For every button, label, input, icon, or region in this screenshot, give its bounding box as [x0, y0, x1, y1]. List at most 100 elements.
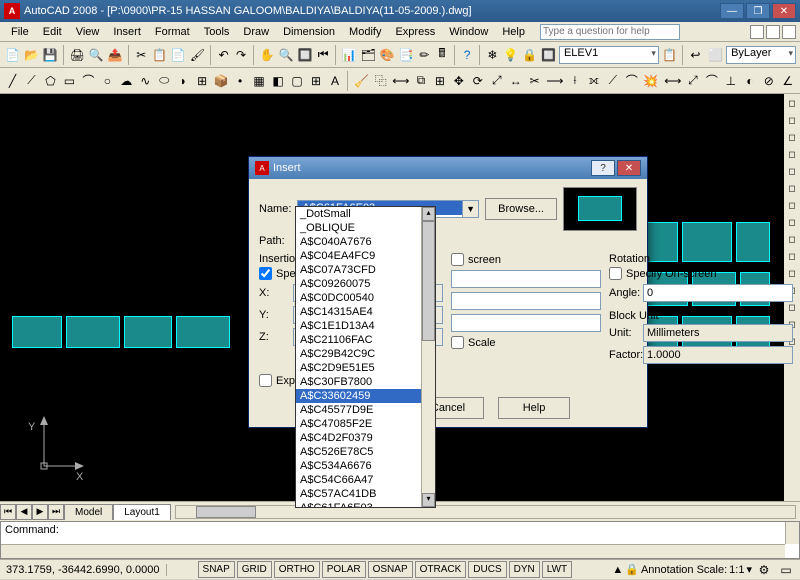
ellipsearc-icon[interactable]: ◗ — [175, 71, 192, 91]
ann-lock-icon[interactable]: 🔒 — [625, 563, 639, 576]
tab-next-button[interactable]: ▶ — [32, 504, 48, 520]
menu-format[interactable]: Format — [148, 24, 197, 40]
dropdown-item[interactable]: A$C07A73CFD — [296, 263, 435, 277]
rtool-icon[interactable]: ◻ — [785, 232, 799, 246]
properties-icon[interactable]: 📊 — [341, 45, 358, 65]
menu-express[interactable]: Express — [388, 24, 442, 40]
layer-dropdown[interactable]: ELEV1 — [559, 46, 659, 64]
rtool-icon[interactable]: ◻ — [785, 113, 799, 127]
dropdown-item[interactable]: A$C1E1D13A4 — [296, 319, 435, 333]
join-icon[interactable]: ⟗ — [585, 71, 602, 91]
status-icon[interactable]: ⚙ — [754, 560, 774, 580]
toggle-osnap[interactable]: OSNAP — [368, 561, 413, 578]
chevron-down-icon[interactable]: ▼ — [462, 201, 478, 217]
dim-dia-icon[interactable]: ⊘ — [760, 71, 777, 91]
array-icon[interactable]: ⊞ — [431, 71, 448, 91]
menu-view[interactable]: View — [69, 24, 107, 40]
bylayer-dropdown[interactable]: ByLayer — [726, 46, 796, 64]
dropdown-item[interactable]: A$C04EA4FC9 — [296, 249, 435, 263]
close-button[interactable]: ✕ — [772, 3, 796, 19]
zoom-icon[interactable]: 🔍 — [278, 45, 295, 65]
h-scrollbar[interactable] — [175, 505, 796, 519]
scale-icon[interactable]: ⤢ — [488, 71, 505, 91]
rot-specify-checkbox[interactable] — [609, 267, 622, 280]
menu-draw[interactable]: Draw — [236, 24, 276, 40]
rtool-icon[interactable]: ◻ — [785, 164, 799, 178]
menu-insert[interactable]: Insert — [106, 24, 148, 40]
dropdown-item[interactable]: A$C30FB7800 — [296, 375, 435, 389]
rtool-icon[interactable]: ◻ — [785, 215, 799, 229]
tab-model[interactable]: Model — [64, 504, 113, 520]
dropdown-item[interactable]: A$C14315AE4 — [296, 305, 435, 319]
publish-icon[interactable]: 📤 — [107, 45, 124, 65]
plot-icon[interactable]: 🖨 — [69, 45, 86, 65]
calc-icon[interactable]: 🖩 — [434, 45, 449, 65]
layer-states-icon[interactable]: 📋 — [661, 45, 678, 65]
dropdown-item[interactable]: A$C47085F2E — [296, 417, 435, 431]
dialog-help-button[interactable]: ? — [591, 160, 615, 176]
mirror-icon[interactable]: ⟷ — [391, 71, 410, 91]
dim-arc-icon[interactable]: ⌒ — [703, 71, 720, 91]
toggle-ortho[interactable]: ORTHO — [274, 561, 320, 578]
help-icon[interactable]: ? — [459, 45, 474, 65]
line-icon[interactable]: ╱ — [4, 71, 21, 91]
paste-icon[interactable]: 📄 — [170, 45, 187, 65]
dropdown-item[interactable]: A$C21106FAC — [296, 333, 435, 347]
help-button[interactable]: Help — [498, 397, 570, 419]
dropdown-item[interactable]: A$C534A6676 — [296, 459, 435, 473]
explode-icon[interactable]: 💥 — [642, 71, 659, 91]
specify-onscreen-checkbox[interactable] — [259, 267, 272, 280]
ann-icon[interactable]: ▲ — [612, 564, 623, 576]
uniform-scale-checkbox[interactable] — [451, 336, 464, 349]
dropdown-item[interactable]: A$C29B42C9C — [296, 347, 435, 361]
spline-icon[interactable]: ∿ — [137, 71, 154, 91]
preview-icon[interactable]: 🔍 — [88, 45, 105, 65]
menu-dimension[interactable]: Dimension — [276, 24, 342, 40]
mdi-restore-icon[interactable] — [766, 25, 780, 39]
dialog-titlebar[interactable]: A Insert ? ✕ — [249, 157, 647, 179]
dropdown-item[interactable]: A$C57AC41DB — [296, 487, 435, 501]
help-search-input[interactable] — [540, 24, 680, 40]
toggle-lwt[interactable]: LWT — [542, 561, 572, 578]
ellipse-icon[interactable]: ⬭ — [156, 71, 173, 91]
explode-checkbox[interactable] — [259, 374, 272, 387]
region-icon[interactable]: ▢ — [289, 71, 306, 91]
toggle-dyn[interactable]: DYN — [509, 561, 540, 578]
scale-screen-checkbox[interactable] — [451, 253, 464, 266]
fillet-icon[interactable]: ⌒ — [623, 71, 640, 91]
sx-input[interactable] — [451, 270, 601, 288]
save-icon[interactable]: 💾 — [42, 45, 59, 65]
dropdown-item[interactable]: A$C526E78C5 — [296, 445, 435, 459]
menu-modify[interactable]: Modify — [342, 24, 388, 40]
point-icon[interactable]: • — [232, 71, 249, 91]
dropdown-item[interactable]: A$C2D9E51E5 — [296, 361, 435, 375]
layer-off-icon[interactable]: 💡 — [502, 45, 519, 65]
toolpalettes-icon[interactable]: 🎨 — [379, 45, 396, 65]
toggle-grid[interactable]: GRID — [237, 561, 272, 578]
layer-lock-icon[interactable]: 🔒 — [521, 45, 538, 65]
cut-icon[interactable]: ✂ — [134, 45, 149, 65]
dropdown-scrollbar[interactable]: ▴ ▾ — [421, 207, 435, 507]
sheet-set-icon[interactable]: 📑 — [398, 45, 415, 65]
match-icon[interactable]: 🖌 — [189, 45, 206, 65]
rotate-icon[interactable]: ⟳ — [469, 71, 486, 91]
erase-icon[interactable]: 🧹 — [353, 71, 370, 91]
dim-ord-icon[interactable]: ⊥ — [722, 71, 739, 91]
dropdown-item[interactable]: A$C040A7676 — [296, 235, 435, 249]
designcenter-icon[interactable]: 🗂 — [360, 45, 377, 65]
restore-button[interactable]: ❐ — [746, 3, 770, 19]
tab-layout1[interactable]: Layout1 — [113, 504, 171, 520]
rtool-icon[interactable]: ◻ — [785, 147, 799, 161]
rtool-icon[interactable]: ◻ — [785, 181, 799, 195]
mdi-minimize-icon[interactable] — [750, 25, 764, 39]
menu-help[interactable]: Help — [495, 24, 532, 40]
coords-display[interactable]: 373.1759, -36442.6990, 0.0000 — [0, 564, 167, 576]
hatch-icon[interactable]: ▦ — [251, 71, 268, 91]
dropdown-item[interactable]: _OBLIQUE — [296, 221, 435, 235]
cmd-vscroll[interactable] — [785, 522, 799, 544]
dim-rad-icon[interactable]: ◐ — [741, 71, 758, 91]
mtext-icon[interactable]: A — [326, 71, 343, 91]
menu-file[interactable]: File — [4, 24, 36, 40]
move-icon[interactable]: ✥ — [450, 71, 467, 91]
menu-window[interactable]: Window — [442, 24, 495, 40]
